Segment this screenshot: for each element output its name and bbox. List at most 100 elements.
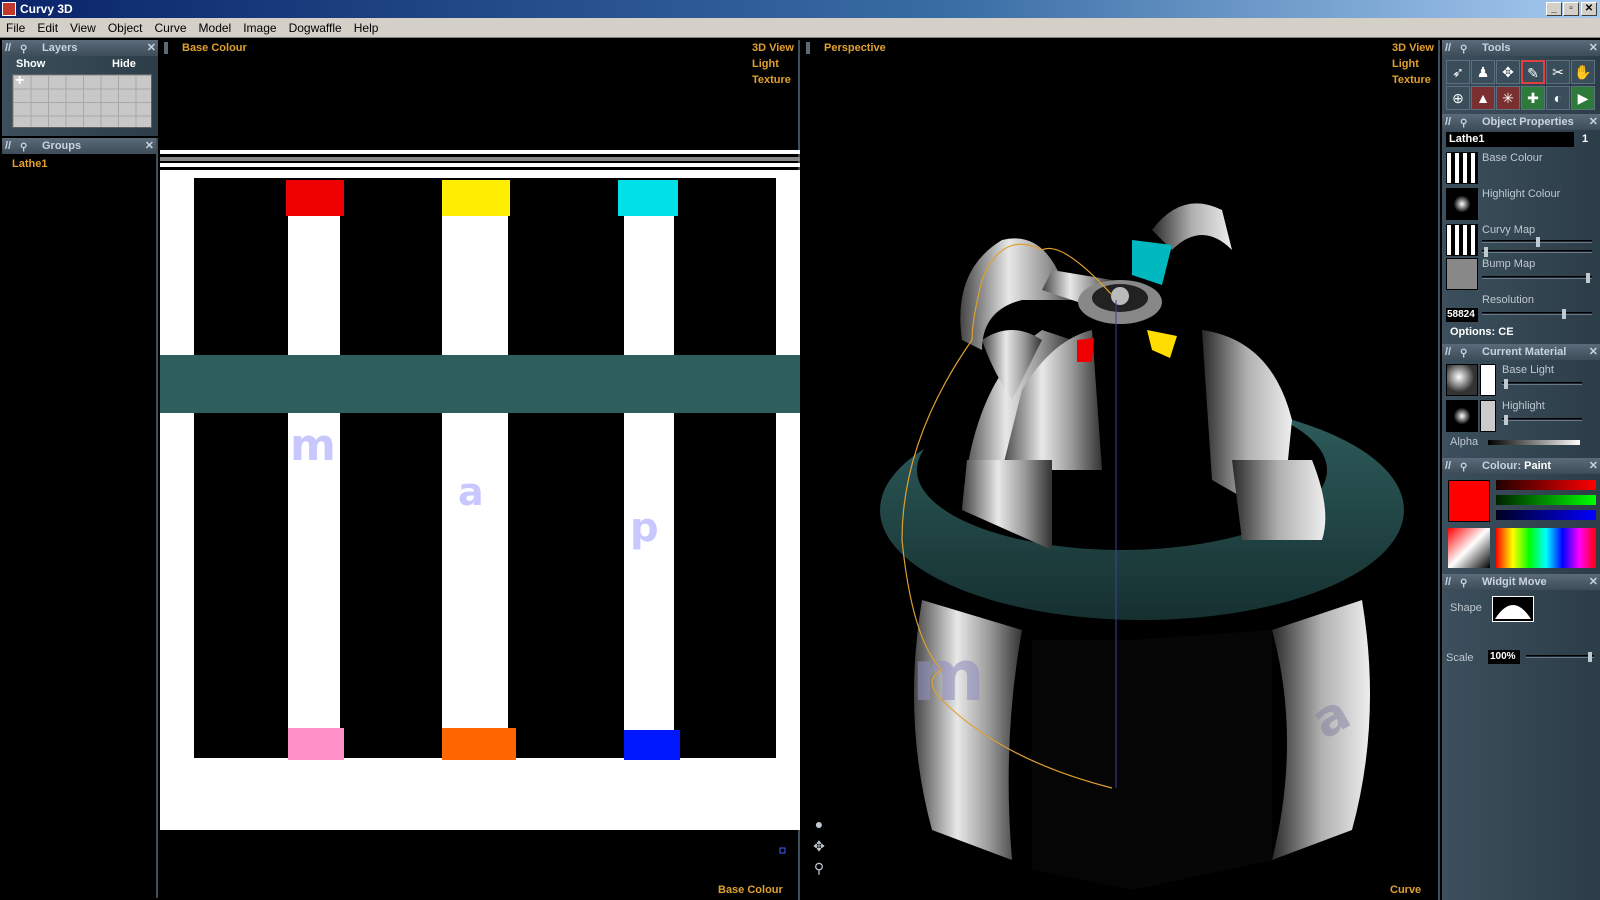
- right-sidebar: //⚲ Tools ✕ ➶ ♟ ✥ ✎ ✂ ✋ ⊕ ▲ ✳ ✚ ◐ ▶ //⚲ …: [1442, 40, 1600, 900]
- curvy-3d-app: Curvy 3D _ ▫ ✕ File Edit View Object Curve Mo…: [0, 0, 1600, 900]
- shade-picker[interactable]: [1448, 528, 1490, 568]
- highlight-slider[interactable]: [1502, 415, 1582, 425]
- menu-edit[interactable]: Edit: [31, 18, 64, 38]
- widgit-title: Widgit Move: [1482, 576, 1547, 588]
- curvy-map-label: Curvy Map: [1482, 224, 1536, 236]
- points-tool-icon[interactable]: ✳: [1496, 86, 1520, 110]
- pin-icon[interactable]: ⚲: [1460, 460, 1470, 473]
- layers-hide-label[interactable]: Hide: [112, 58, 136, 70]
- menu-view[interactable]: View: [64, 18, 102, 38]
- close-icon[interactable]: ✕: [1589, 40, 1598, 56]
- app-icon[interactable]: [2, 2, 16, 16]
- close-icon[interactable]: ✕: [145, 138, 154, 154]
- pink-square: [288, 728, 344, 760]
- highlight-thumb[interactable]: [1446, 400, 1478, 432]
- highlight-swatch[interactable]: [1480, 400, 1496, 432]
- close-button[interactable]: ✕: [1581, 2, 1597, 16]
- alpha-label: Alpha: [1450, 436, 1479, 448]
- options-label[interactable]: Options: CE: [1450, 326, 1514, 338]
- pin-icon[interactable]: ⚲: [20, 42, 30, 55]
- colour-swatch[interactable]: [1448, 480, 1490, 522]
- object-name-field[interactable]: Lathe1: [1446, 132, 1574, 147]
- pin-icon[interactable]: ⚲: [1460, 42, 1470, 55]
- model-render[interactable]: m a: [802, 40, 1440, 900]
- resolution-value[interactable]: 58824: [1446, 308, 1478, 322]
- hue-picker[interactable]: [1496, 528, 1596, 568]
- layers-grid[interactable]: +: [12, 72, 152, 128]
- pin-icon[interactable]: ⚲: [1460, 576, 1470, 589]
- maximize-button[interactable]: ▫: [1563, 2, 1579, 16]
- highlight-colour-thumb[interactable]: [1446, 188, 1478, 220]
- menu-curve[interactable]: Curve: [149, 18, 193, 38]
- base-colour-label: Base Colour: [1482, 152, 1543, 164]
- peak-tool-icon[interactable]: ▲: [1471, 86, 1495, 110]
- red-square: [286, 180, 344, 216]
- colour-header: //⚲ Colour: Paint ✕: [1442, 458, 1600, 474]
- highlight-label: Highlight: [1502, 400, 1545, 412]
- globe-tool-icon[interactable]: ⊕: [1446, 86, 1470, 110]
- close-icon[interactable]: ✕: [1589, 458, 1598, 474]
- menu-file[interactable]: File: [0, 18, 31, 38]
- groups-title: Groups: [42, 140, 82, 152]
- pen-tool-icon[interactable]: ✎: [1521, 60, 1545, 84]
- move-view-icon[interactable]: ✥: [810, 838, 828, 856]
- footer-curve[interactable]: Curve: [1390, 884, 1421, 896]
- scale-slider[interactable]: [1526, 652, 1594, 662]
- current-material-header: //⚲ Current Material ✕: [1442, 344, 1600, 360]
- curvy-map-slider-2[interactable]: [1482, 247, 1592, 257]
- add-point-icon[interactable]: ✚: [1521, 86, 1545, 110]
- shape-preview[interactable]: [1492, 596, 1534, 622]
- pin-icon[interactable]: ⚲: [1460, 346, 1470, 359]
- layers-show-label[interactable]: Show: [16, 58, 45, 70]
- minimize-button[interactable]: _: [1546, 2, 1562, 16]
- base-light-swatch[interactable]: [1480, 364, 1496, 396]
- menu-help[interactable]: Help: [348, 18, 385, 38]
- move-tool-icon[interactable]: ✥: [1496, 60, 1520, 84]
- colour-mode[interactable]: Paint: [1524, 460, 1551, 472]
- menu-dogwaffle[interactable]: Dogwaffle: [283, 18, 348, 38]
- bump-map-thumb[interactable]: [1446, 258, 1478, 290]
- bar-right: [624, 190, 674, 758]
- resolution-slider[interactable]: [1482, 309, 1592, 319]
- menu-image[interactable]: Image: [237, 18, 282, 38]
- bump-map-slider[interactable]: [1482, 273, 1592, 283]
- scale-value[interactable]: 100%: [1488, 650, 1520, 664]
- pin-icon[interactable]: ⚲: [20, 140, 30, 153]
- curvy-map-slider[interactable]: [1482, 237, 1592, 247]
- base-light-slider[interactable]: [1502, 379, 1582, 389]
- close-icon[interactable]: ✕: [1589, 344, 1598, 360]
- window-title: Curvy 3D: [20, 2, 73, 16]
- footer-base-colour[interactable]: Base Colour: [718, 884, 783, 896]
- add-layer-icon[interactable]: +: [15, 72, 24, 90]
- green-slider[interactable]: [1496, 495, 1596, 505]
- play-tool-icon[interactable]: ▶: [1571, 86, 1595, 110]
- base-light-thumb[interactable]: [1446, 364, 1478, 396]
- close-icon[interactable]: ✕: [1589, 114, 1598, 130]
- group-item-lathe1[interactable]: Lathe1: [12, 158, 47, 170]
- close-icon[interactable]: ✕: [1589, 574, 1598, 590]
- perspective-view[interactable]: Perspective 3D View Light Texture m a ● …: [802, 40, 1440, 900]
- tools-title: Tools: [1482, 42, 1511, 54]
- knife-tool-icon[interactable]: ✂: [1546, 60, 1570, 84]
- widgit-header: //⚲ Widgit Move ✕: [1442, 574, 1600, 590]
- red-slider[interactable]: [1496, 480, 1596, 490]
- alpha-slider[interactable]: [1488, 440, 1580, 445]
- select-tool-icon[interactable]: ➶: [1446, 60, 1470, 84]
- curvy-map-thumb[interactable]: [1446, 224, 1478, 256]
- orbit-icon[interactable]: ●: [810, 816, 828, 834]
- base-colour-thumb[interactable]: [1446, 152, 1478, 184]
- base-colour-view[interactable]: Base Colour 3D View Light Texture m a p …: [160, 40, 800, 900]
- scale-label: Scale: [1446, 652, 1474, 664]
- pin-icon[interactable]: ⚲: [1460, 116, 1470, 129]
- highlight-colour-label: Highlight Colour: [1482, 188, 1561, 200]
- menu-model[interactable]: Model: [193, 18, 238, 38]
- bump-map-label: Bump Map: [1482, 258, 1536, 270]
- close-icon[interactable]: ✕: [147, 40, 156, 56]
- mirror-tool-icon[interactable]: ◐: [1546, 86, 1570, 110]
- zoom-icon[interactable]: ⚲: [810, 860, 828, 878]
- cyan-square: [618, 180, 678, 216]
- paint-tool-icon[interactable]: ♟: [1471, 60, 1495, 84]
- menu-object[interactable]: Object: [102, 18, 149, 38]
- hand-tool-icon[interactable]: ✋: [1571, 60, 1595, 84]
- blue-slider[interactable]: [1496, 510, 1596, 520]
